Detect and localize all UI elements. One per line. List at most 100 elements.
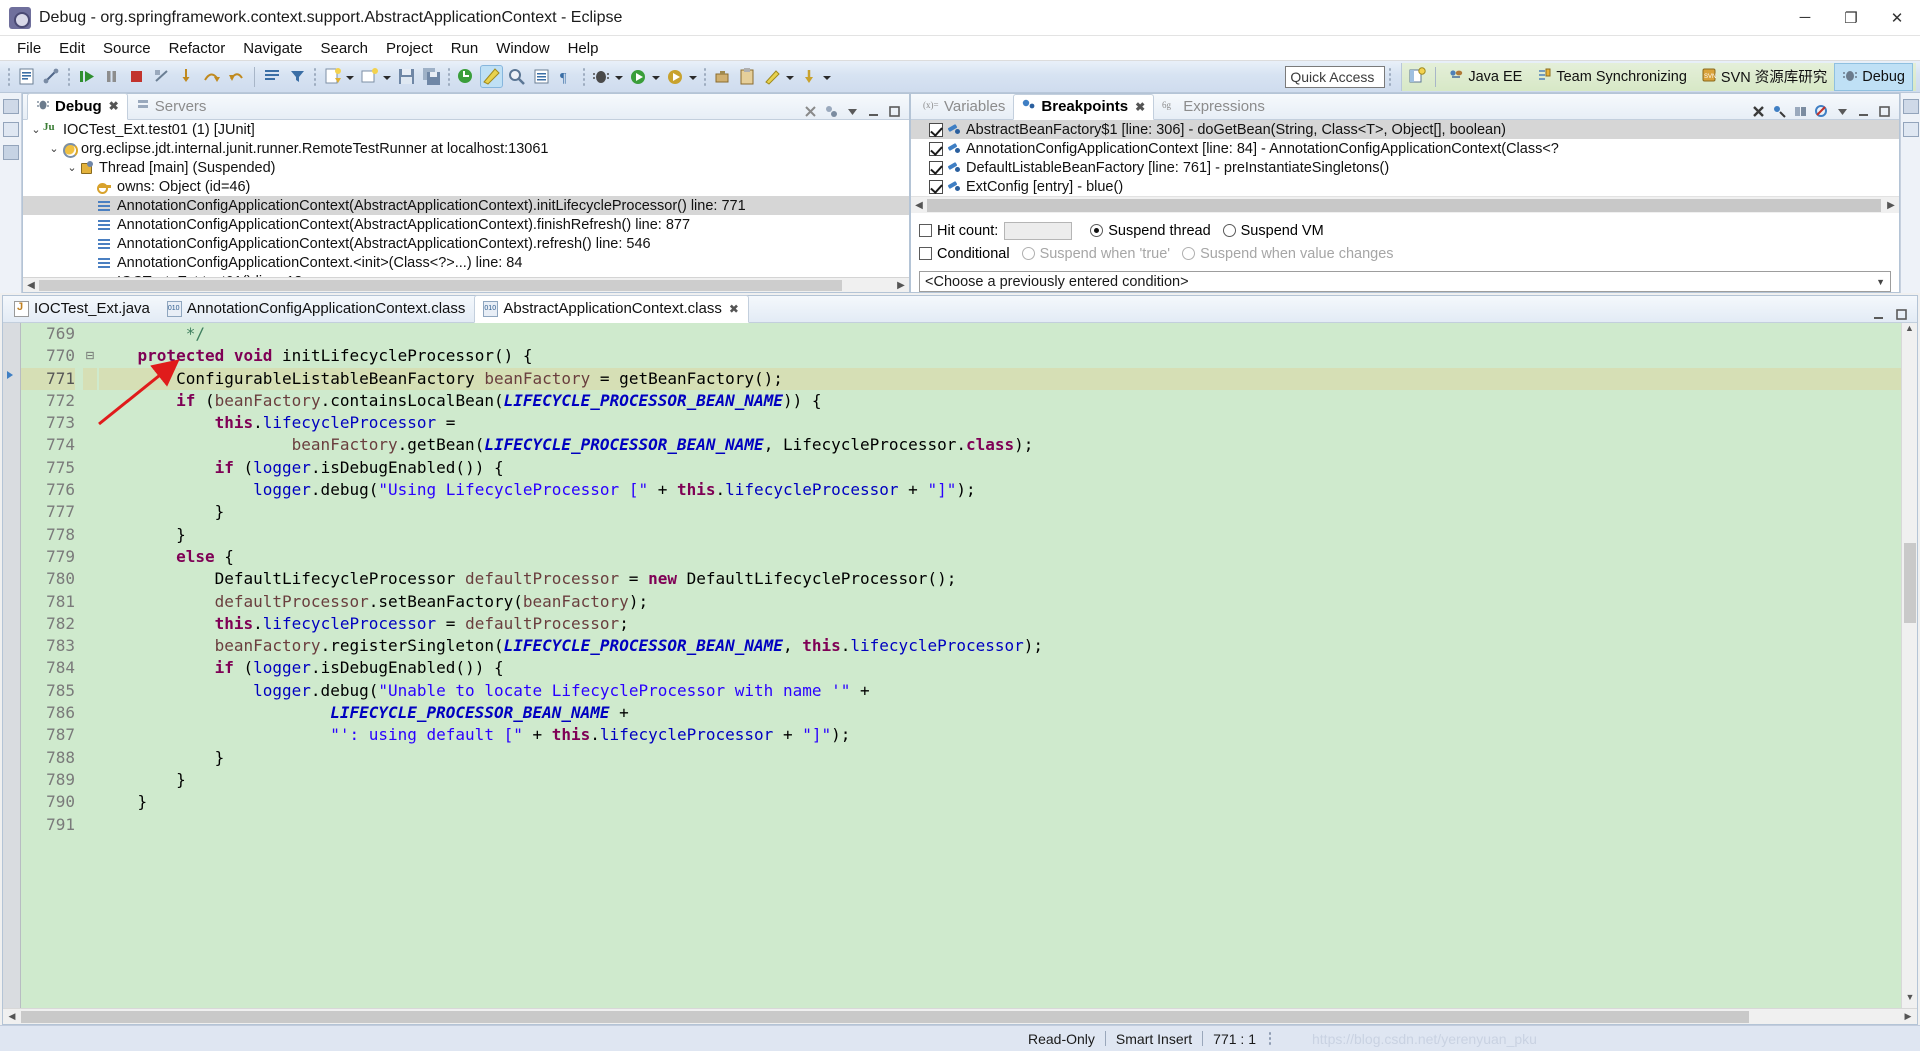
code-line[interactable]: else {	[99, 546, 1901, 568]
suspend-when-changes-radio[interactable]	[1182, 247, 1196, 260]
maximize-editor-icon[interactable]	[1894, 307, 1909, 322]
skip-breakpoints-icon[interactable]	[1814, 104, 1829, 119]
code-line[interactable]: this.lifecycleProcessor = defaultProcess…	[99, 613, 1901, 635]
list-item[interactable]: ExtConfig [entry] - blue()	[911, 177, 1899, 196]
editor-vscroll-thumb[interactable]	[1904, 543, 1916, 623]
editor-tab-ioctest[interactable]: IOCTest_Ext.java	[6, 296, 159, 322]
breakpoints-hscrollbar[interactable]: ◀ ▶	[911, 196, 1899, 213]
hit-count-checkbox[interactable]	[919, 224, 932, 237]
fold-marker[interactable]: ⊟	[83, 345, 97, 367]
editor-hscroll-thumb[interactable]	[21, 1010, 1749, 1023]
coverage-dropdown-arrow[interactable]	[688, 67, 697, 87]
tab-variables[interactable]: (x)= Variables	[915, 95, 1013, 119]
run-icon[interactable]	[628, 66, 649, 87]
code-line[interactable]: logger.debug("Using LifecycleProcessor […	[99, 479, 1901, 501]
disconnect-icon[interactable]	[151, 66, 172, 87]
paste-icon[interactable]	[737, 66, 758, 87]
chevron-down-icon[interactable]: ⌄	[29, 123, 43, 136]
debug-hscroll-thumb[interactable]	[39, 279, 842, 291]
link-with-debug-view-icon[interactable]	[1793, 104, 1808, 119]
maximize-view-icon[interactable]	[887, 104, 902, 119]
new-wizard-icon[interactable]	[16, 66, 37, 87]
breakpoints-list[interactable]: AbstractBeanFactory$1 [line: 306] - doGe…	[911, 120, 1899, 196]
code-line[interactable]: }	[99, 524, 1901, 546]
scroll-right-icon[interactable]: ▶	[1883, 200, 1899, 211]
chevron-down-icon[interactable]	[845, 104, 860, 119]
code-line[interactable]: LIFECYCLE_PROCESSOR_BEAN_NAME +	[99, 702, 1901, 724]
use-step-filters-icon[interactable]	[287, 66, 308, 87]
new-folder-dropdown-arrow[interactable]	[382, 67, 391, 87]
tree-row[interactable]: owns: Object (id=46)	[23, 177, 909, 196]
scroll-up-icon[interactable]: ▲	[1902, 323, 1917, 339]
editor-tab-abstractapplicationcontext[interactable]: AbstractApplicationContext.class ✖	[474, 295, 749, 323]
debug-view-hscrollbar[interactable]: ◀ ▶	[23, 277, 909, 292]
code-line[interactable]: "': using default [" + this.lifecyclePro…	[99, 724, 1901, 746]
step-over-icon[interactable]	[201, 66, 222, 87]
step-into-icon[interactable]	[176, 66, 197, 87]
code-line[interactable]: ConfigurableListableBeanFactory beanFact…	[99, 367, 1901, 390]
coverage-icon[interactable]	[665, 66, 686, 87]
annotation-dropdown-arrow[interactable]	[785, 67, 794, 87]
open-perspective-icon[interactable]	[1407, 66, 1428, 87]
minimize-button[interactable]: ─	[1782, 0, 1828, 36]
scroll-left-icon[interactable]: ◀	[3, 1011, 21, 1022]
terminate-icon[interactable]	[126, 66, 147, 87]
code-line[interactable]: if (logger.isDebugEnabled()) {	[99, 457, 1901, 479]
chevron-down-icon[interactable]: ▼	[1876, 277, 1885, 287]
minimize-editor-icon[interactable]	[1871, 307, 1886, 322]
scroll-right-icon[interactable]: ▶	[893, 280, 909, 291]
scroll-down-icon[interactable]: ▼	[1902, 992, 1917, 1008]
code-line[interactable]: beanFactory.registerSingleton(LIFECYCLE_…	[99, 635, 1901, 657]
code-line[interactable]: this.lifecycleProcessor =	[99, 412, 1901, 434]
tree-row[interactable]: AnnotationConfigApplicationContext(Abstr…	[23, 196, 909, 215]
drop-to-frame-icon[interactable]	[262, 66, 283, 87]
perspective-java-ee[interactable]: Java EE	[1441, 64, 1529, 90]
condition-combo[interactable]: <Choose a previously entered condition> …	[919, 271, 1891, 292]
tab-servers[interactable]: Servers	[128, 94, 215, 119]
code-line[interactable]: if (beanFactory.containsLocalBean(LIFECY…	[99, 390, 1901, 412]
code-line[interactable]: defaultProcessor.setBeanFactory(beanFact…	[99, 591, 1901, 613]
tab-expressions[interactable]: 6g Expressions	[1154, 95, 1273, 119]
remove-all-terminated-icon[interactable]	[803, 104, 818, 119]
new-file-icon[interactable]	[322, 66, 343, 87]
view-menu-filter-icon[interactable]	[824, 104, 839, 119]
breakpoint-checkbox[interactable]	[929, 179, 943, 194]
toolbar-drag-handle-5[interactable]	[582, 66, 586, 87]
tree-row[interactable]: IOCTest_Ext.test01() line: 13	[23, 272, 909, 277]
next-annotation-dropdown-arrow[interactable]	[822, 67, 831, 87]
code-line[interactable]: }	[99, 747, 1901, 769]
list-item[interactable]: AnnotationConfigApplicationContext [line…	[911, 139, 1899, 158]
tree-row[interactable]: AnnotationConfigApplicationContext.<init…	[23, 253, 909, 272]
close-button[interactable]: ✕	[1874, 0, 1920, 36]
suspend-thread-radio[interactable]	[1090, 224, 1104, 237]
suspend-vm-radio[interactable]	[1222, 224, 1236, 237]
new-file-dropdown-arrow[interactable]	[345, 67, 354, 87]
scroll-left-icon[interactable]: ◀	[23, 280, 39, 291]
code-line[interactable]	[99, 814, 1901, 836]
next-annotation-icon[interactable]	[799, 66, 820, 87]
resume-icon[interactable]	[76, 66, 97, 87]
menu-source[interactable]: Source	[94, 38, 160, 59]
menu-refactor[interactable]: Refactor	[160, 38, 235, 59]
close-icon[interactable]: ✖	[1135, 100, 1145, 114]
breakpoints-hscroll-thumb[interactable]	[927, 198, 1881, 212]
perspective-drag-handle[interactable]	[1388, 66, 1393, 87]
status-insert-mode[interactable]: Smart Insert	[1116, 1031, 1192, 1047]
scroll-left-icon[interactable]: ◀	[911, 200, 927, 211]
menu-edit[interactable]: Edit	[50, 38, 94, 59]
fast-view-debug-icon[interactable]	[2, 99, 19, 114]
search-icon[interactable]	[506, 66, 527, 87]
minimize-view-icon[interactable]	[1856, 104, 1871, 119]
fast-view-console-icon[interactable]	[2, 122, 19, 137]
tree-row[interactable]: AnnotationConfigApplicationContext(Abstr…	[23, 234, 909, 253]
open-type-icon[interactable]	[531, 66, 552, 87]
status-drag-handle[interactable]	[1268, 1030, 1272, 1047]
quick-access-input[interactable]: Quick Access	[1285, 65, 1386, 88]
chevron-down-icon[interactable]: ⌄	[65, 161, 79, 174]
tree-row[interactable]: AnnotationConfigApplicationContext(Abstr…	[23, 215, 909, 234]
toggle-mark-occurrences-icon[interactable]	[480, 65, 503, 88]
perspective-debug[interactable]: Debug	[1834, 62, 1913, 91]
code-line[interactable]: logger.debug("Unable to locate Lifecycle…	[99, 680, 1901, 702]
right-rail-task-icon[interactable]	[1902, 122, 1919, 137]
debug-dropdown-arrow[interactable]	[614, 67, 623, 87]
